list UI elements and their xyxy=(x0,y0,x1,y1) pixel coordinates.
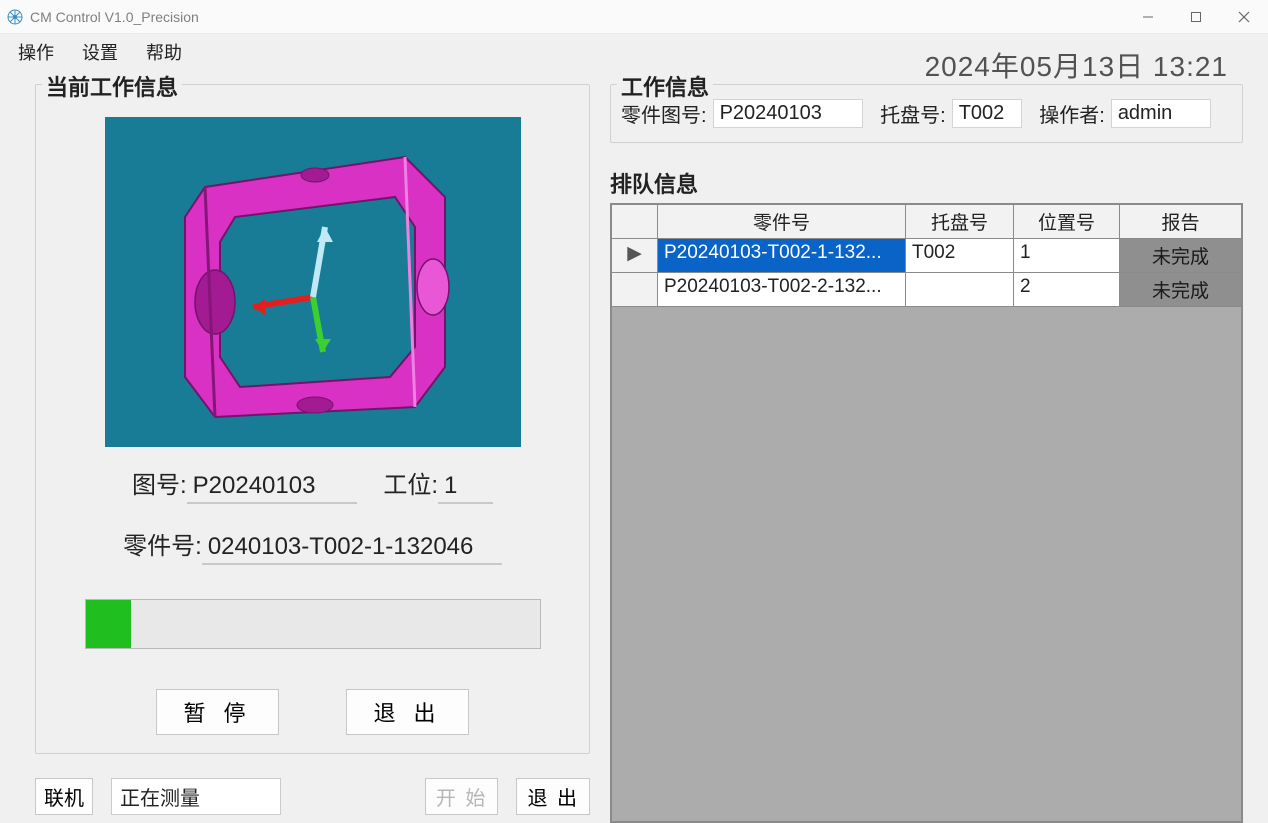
menu-help[interactable]: 帮助 xyxy=(142,37,186,67)
row-marker-icon: ▶ xyxy=(612,239,658,273)
work-info-legend: 工作信息 xyxy=(617,70,713,102)
cell-pos: 2 xyxy=(1014,273,1120,307)
grid-header: 零件号 托盘号 位置号 报告 xyxy=(612,205,1241,239)
bottom-bar: 联机 正在测量 开 始 退 出 xyxy=(35,778,590,815)
window-minimize-button[interactable] xyxy=(1124,0,1172,34)
bottom-exit-button[interactable]: 退 出 xyxy=(516,778,590,815)
cell-tray xyxy=(906,273,1014,307)
connect-button[interactable]: 联机 xyxy=(35,778,93,815)
cell-tray: T002 xyxy=(906,239,1014,273)
tray-input[interactable]: T002 xyxy=(952,99,1022,128)
part-no-label: 零件号: xyxy=(123,533,202,560)
table-row[interactable]: ▶P20240103-T002-1-132...T0021未完成 xyxy=(612,239,1241,273)
start-button[interactable]: 开 始 xyxy=(425,778,499,815)
station-value: 1 xyxy=(438,470,493,504)
current-work-legend: 当前工作信息 xyxy=(42,70,182,102)
window-close-button[interactable] xyxy=(1220,0,1268,34)
grid-header-tray[interactable]: 托盘号 xyxy=(906,205,1014,239)
window-titlebar: CM Control V1.0_Precision xyxy=(0,0,1268,34)
exit-button[interactable]: 退 出 xyxy=(346,689,468,735)
table-row[interactable]: P20240103-T002-2-132... 2未完成 xyxy=(612,273,1241,307)
drawing-station-row: 图号:P20240103 工位:1 xyxy=(48,465,577,504)
grid-header-report[interactable]: 报告 xyxy=(1120,205,1241,239)
queue-legend: 排队信息 xyxy=(610,167,1243,199)
queue-grid[interactable]: 零件号 托盘号 位置号 报告 ▶P20240103-T002-1-132...T… xyxy=(610,203,1243,823)
menu-settings[interactable]: 设置 xyxy=(78,37,122,67)
cell-report: 未完成 xyxy=(1120,273,1241,307)
station-label: 工位: xyxy=(383,472,438,499)
cell-part: P20240103-T002-1-132... xyxy=(658,239,906,273)
part-no-value: 0240103-T002-1-132046 xyxy=(202,531,502,565)
part-3d-viewport[interactable] xyxy=(105,117,521,447)
operator-label: 操作者: xyxy=(1039,99,1105,128)
grid-header-marker xyxy=(612,205,658,239)
cell-pos: 1 xyxy=(1014,239,1120,273)
grid-header-pos[interactable]: 位置号 xyxy=(1014,205,1120,239)
operator-input[interactable]: admin xyxy=(1111,99,1211,128)
progress-bar xyxy=(85,599,541,649)
part-drawing-label: 零件图号: xyxy=(621,99,707,128)
progress-fill xyxy=(86,600,131,648)
part-no-row: 零件号:0240103-T002-1-132046 xyxy=(48,526,577,565)
work-info-panel: 工作信息 零件图号: P20240103 托盘号: T002 操作者: admi… xyxy=(610,84,1243,143)
drawing-no-label: 图号: xyxy=(132,472,187,499)
grid-header-part[interactable]: 零件号 xyxy=(658,205,906,239)
cell-report: 未完成 xyxy=(1120,239,1241,273)
tray-label: 托盘号: xyxy=(880,99,946,128)
part-drawing-input[interactable]: P20240103 xyxy=(713,99,863,128)
window-title: CM Control V1.0_Precision xyxy=(30,9,199,25)
window-maximize-button[interactable] xyxy=(1172,0,1220,34)
menu-operation[interactable]: 操作 xyxy=(14,37,58,67)
drawing-no-value: P20240103 xyxy=(187,470,357,504)
app-icon xyxy=(6,8,24,26)
pause-button[interactable]: 暂 停 xyxy=(156,689,278,735)
row-marker-icon xyxy=(612,273,658,307)
current-work-panel: 当前工作信息 xyxy=(35,84,590,754)
cell-part: P20240103-T002-2-132... xyxy=(658,273,906,307)
status-text: 正在测量 xyxy=(111,778,281,815)
